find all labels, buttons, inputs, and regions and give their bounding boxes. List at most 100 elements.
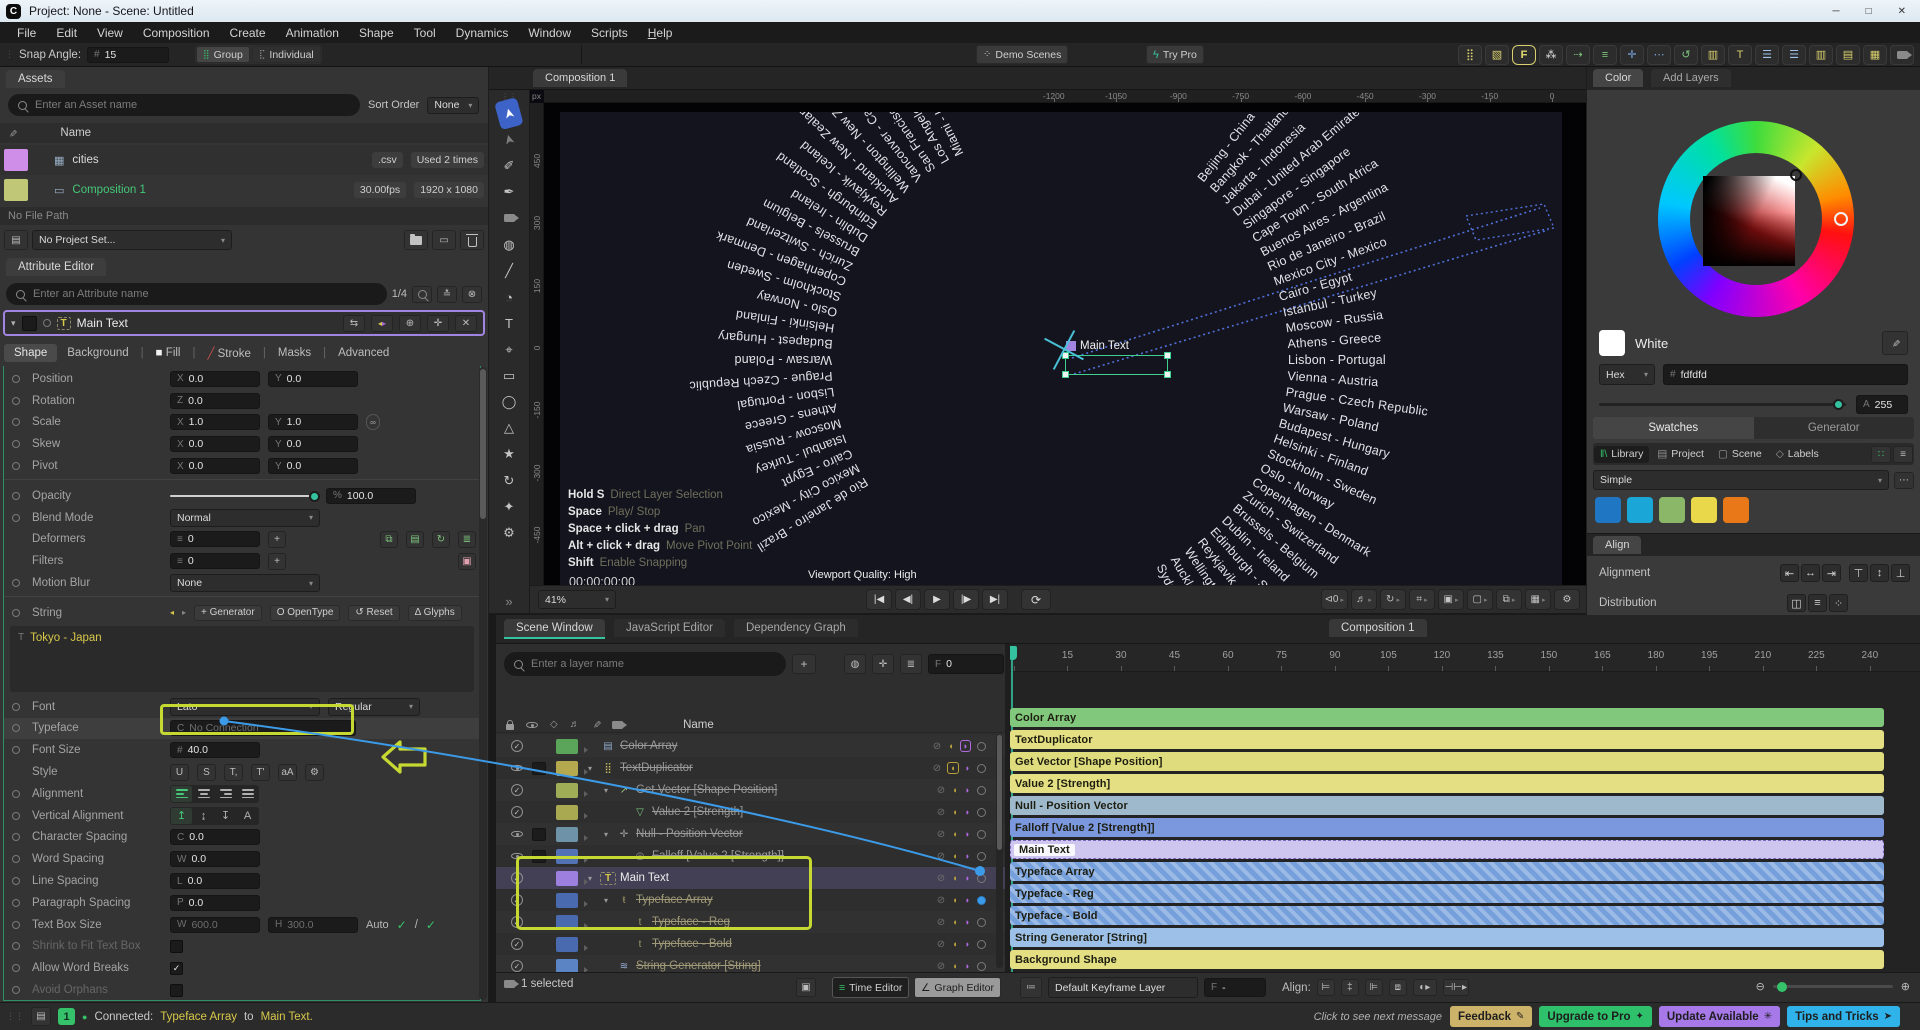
align-center-button[interactable] xyxy=(193,786,214,802)
polygon-tool[interactable]: △ xyxy=(495,417,523,440)
attr-field[interactable]: W0.0 xyxy=(170,851,260,867)
keyframe-circle[interactable] xyxy=(12,833,20,841)
alpha-field[interactable]: A255 xyxy=(1856,395,1908,414)
project-select[interactable]: No Project Set...▾ xyxy=(32,230,232,250)
row-icon-button[interactable]: ⧉ xyxy=(380,531,398,548)
message-log-button[interactable]: ▤ xyxy=(31,1007,51,1026)
layer-keyframe-circle[interactable] xyxy=(43,319,51,327)
keyframe-circle[interactable] xyxy=(12,986,20,994)
attr-field[interactable]: H300.0 xyxy=(268,917,358,933)
scene-scrollbar[interactable] xyxy=(996,735,1003,968)
connection-port[interactable] xyxy=(977,918,986,927)
disable-icon[interactable]: ⊘ xyxy=(937,895,945,906)
toolbar-scatter-icon[interactable]: ⁂ xyxy=(1539,45,1563,65)
timeline-bar-color-array[interactable]: Color Array xyxy=(1010,708,1884,727)
keyframe-left-icon[interactable]: ◖ xyxy=(948,741,953,751)
knife-tool[interactable]: ╱ xyxy=(495,259,523,282)
zoom-in-icon[interactable]: ⊕ xyxy=(1901,980,1910,993)
status-button-tips-and-tricks[interactable]: Tips and Tricks➤ xyxy=(1787,1006,1900,1027)
align-button[interactable]: ↕ xyxy=(1870,564,1889,582)
attr-field[interactable]: Y0.0 xyxy=(268,458,358,474)
keyframe-left-icon[interactable]: ◖ xyxy=(948,763,957,773)
disable-icon[interactable]: ⊘ xyxy=(933,763,941,774)
solo-toggle[interactable] xyxy=(532,828,546,841)
bracket-button[interactable]: ⧈ xyxy=(1389,979,1407,996)
tab-color[interactable]: Color xyxy=(1593,69,1643,87)
valign-middle-button[interactable]: ↨ xyxy=(193,808,214,824)
timeline-bar-typeface-array[interactable]: Typeface Array xyxy=(1010,862,1884,881)
connection-port[interactable] xyxy=(977,830,986,839)
keyframe-circle[interactable] xyxy=(12,462,20,470)
demo-scenes-button[interactable]: ⁘Demo Scenes xyxy=(976,45,1068,64)
expand-tools[interactable]: » xyxy=(495,590,523,613)
scene-row-textduplicator[interactable]: ▾⣿TextDuplicator⊘◖◗ xyxy=(496,757,1005,779)
connection-port[interactable] xyxy=(977,962,986,971)
transparency-grid-button[interactable]: ▦▸ xyxy=(1525,589,1551,610)
add-layer-button[interactable]: + xyxy=(792,654,816,674)
keyframe-circle[interactable] xyxy=(12,703,20,711)
menu-item-help[interactable]: Help xyxy=(639,24,682,42)
keyframe-circle[interactable] xyxy=(12,921,20,929)
keyframe-right-icon[interactable]: ◗ xyxy=(965,961,970,971)
disable-icon[interactable]: ⊘ xyxy=(937,939,945,950)
delete-asset-button[interactable] xyxy=(460,230,484,250)
eyedropper-button[interactable]: ✎ xyxy=(1882,331,1908,355)
menu-item-window[interactable]: Window xyxy=(519,24,580,42)
valign-bottom-button[interactable]: ↧ xyxy=(215,808,236,824)
image-preview-button[interactable]: ▣▸ xyxy=(1438,589,1464,610)
pen-tool[interactable]: ✒ xyxy=(495,181,523,204)
keyframe-circle[interactable] xyxy=(12,724,20,732)
step-back-button[interactable]: ◀| xyxy=(895,589,921,610)
camera-tool[interactable] xyxy=(495,207,523,230)
disable-icon[interactable]: ⊘ xyxy=(937,829,945,840)
keyframe-right-icon[interactable]: ◗ xyxy=(965,829,970,839)
viewport-zoom-select[interactable]: 41%▾ xyxy=(538,590,616,609)
layer-swatch[interactable] xyxy=(556,761,578,776)
attr-select[interactable]: None▾ xyxy=(170,574,320,592)
attr-field[interactable]: P0.0 xyxy=(170,895,260,911)
audio-button[interactable]: ♬▸ xyxy=(1351,589,1377,610)
expand-chevron-icon[interactable]: ▾ xyxy=(588,764,600,773)
connection-port[interactable] xyxy=(977,808,986,817)
menu-item-view[interactable]: View xyxy=(88,24,132,42)
string-generator-button[interactable]: + Generator xyxy=(194,605,262,621)
attr-select[interactable]: Normal▾ xyxy=(170,509,320,527)
keyframe-circle[interactable] xyxy=(12,375,20,383)
loop-button[interactable]: ⟳ xyxy=(1021,589,1051,610)
auto-check-icon[interactable]: ✓ xyxy=(397,918,407,932)
scene-row-value-2-strength-[interactable]: ✓▽Value 2 [Strength]⊘◖◗ xyxy=(496,801,1005,823)
tab-timeline-composition[interactable]: Composition 1 xyxy=(1329,619,1427,637)
onion-layers-button[interactable]: ◍ xyxy=(844,654,866,674)
refresh-button[interactable]: ↻▸ xyxy=(1380,589,1406,610)
style-button[interactable]: aA xyxy=(278,764,297,781)
row-icon-button[interactable]: ▤ xyxy=(406,531,424,548)
time-editor-button[interactable]: ≡Time Editor xyxy=(832,977,909,998)
scene-row-get-vector-shape-position-[interactable]: ✓▾↗Get Vector [Shape Position]⊘◖◗ xyxy=(496,779,1005,801)
keyframe-right-icon[interactable]: ◗ xyxy=(965,895,970,905)
menu-item-animation[interactable]: Animation xyxy=(277,24,348,42)
align-end-button[interactable]: ⊫ xyxy=(1365,979,1383,996)
snap-angle-field[interactable]: #15 xyxy=(87,47,169,63)
color-swatch[interactable] xyxy=(1723,497,1749,523)
viewport[interactable]: -1200-1050-900-750-600-450-300-150015030… xyxy=(530,90,1586,585)
visibility-check-icon[interactable]: ✓ xyxy=(511,960,523,972)
keyframe-circle[interactable] xyxy=(12,440,20,448)
keyframe-circle[interactable] xyxy=(12,812,20,820)
distribute-button[interactable]: ⁘ xyxy=(1829,594,1848,612)
string-reset-button[interactable]: ↺ Reset xyxy=(348,605,399,621)
toolbar-render-camera-icon[interactable] xyxy=(1890,45,1914,65)
timeline-bar-falloff-value-2-strength-[interactable]: Falloff [Value 2 [Strength]] xyxy=(1010,818,1884,837)
timeline-bar-main-text[interactable]: Main Text xyxy=(1010,840,1884,859)
timeline-ruler[interactable]: 0153045607590105120135150165180195210225… xyxy=(1010,644,1920,672)
tab-composition-1[interactable]: Composition 1 xyxy=(533,69,627,87)
dock-button[interactable]: ▣ xyxy=(796,978,816,997)
row-icon-button[interactable]: ↻ xyxy=(432,531,450,548)
swatch-group-select[interactable]: Simple▾ xyxy=(1593,470,1889,490)
asset-swatch[interactable] xyxy=(4,149,28,171)
timeline-zoom-slider[interactable] xyxy=(1773,985,1893,988)
search-pick-button[interactable] xyxy=(412,286,432,303)
attr-tab-shape[interactable]: Shape xyxy=(4,344,57,362)
attr-tab-masks[interactable]: Masks xyxy=(268,344,321,362)
project-browse-button[interactable]: ▤ xyxy=(4,230,28,250)
keyframe-circle[interactable] xyxy=(12,746,20,754)
